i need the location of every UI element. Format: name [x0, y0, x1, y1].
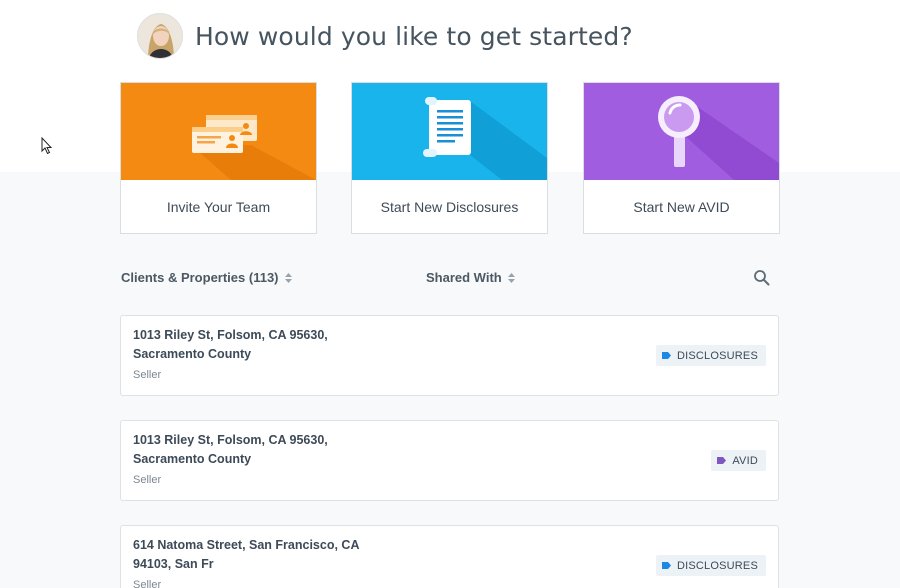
start-avid-label: Start New AVID	[633, 199, 730, 215]
property-address-line1: 614 Natoma Street, San Francisco, CA	[133, 538, 360, 552]
disclosures-badge[interactable]: DISCLOSURES	[655, 345, 766, 366]
sort-icon	[507, 272, 515, 283]
property-role: Seller	[133, 474, 162, 486]
tag-icon	[717, 457, 727, 464]
sort-icon	[284, 272, 292, 283]
shared-with-sort[interactable]: Shared With	[426, 270, 515, 285]
property-address-line1: 1013 Riley St, Folsom, CA 95630,	[133, 328, 328, 342]
property-address-line2: Sacramento County	[133, 452, 252, 466]
mouse-cursor-icon	[41, 137, 53, 155]
page-title: How would you like to get started?	[195, 21, 633, 51]
shared-with-header: Shared With	[426, 270, 502, 285]
avid-illustration	[584, 83, 779, 180]
document-scroll-icon	[423, 97, 471, 157]
property-address-line2: 94103, San Fr	[133, 557, 214, 571]
property-address-line1: 1013 Riley St, Folsom, CA 95630,	[133, 433, 328, 447]
property-row[interactable]: 1013 Riley St, Folsom, CA 95630, Sacrame…	[120, 420, 779, 501]
clients-properties-header: Clients & Properties (113)	[121, 270, 279, 285]
property-row[interactable]: 614 Natoma Street, San Francisco, CA 941…	[120, 525, 779, 588]
property-row[interactable]: 1013 Riley St, Folsom, CA 95630, Sacrame…	[120, 315, 779, 396]
disclosures-illustration	[352, 83, 547, 180]
start-disclosures-label: Start New Disclosures	[380, 199, 519, 215]
start-disclosures-card[interactable]: Start New Disclosures	[351, 82, 548, 234]
search-icon[interactable]	[753, 269, 771, 287]
avatar-portrait-icon	[138, 14, 182, 58]
property-role: Seller	[133, 369, 162, 381]
tag-icon	[661, 562, 671, 569]
tag-icon	[661, 352, 671, 359]
avatar[interactable]	[137, 13, 183, 59]
property-role: Seller	[133, 579, 162, 588]
invite-team-label: Invite Your Team	[166, 199, 271, 215]
list-header: Clients & Properties (113) Shared With	[121, 270, 781, 290]
badge-label: DISCLOSURES	[676, 349, 758, 362]
start-avid-card[interactable]: Start New AVID	[583, 82, 780, 234]
badge-label: DISCLOSURES	[676, 559, 758, 572]
badge-label: AVID	[732, 454, 758, 467]
property-address-line2: Sacramento County	[133, 347, 252, 361]
clients-properties-sort[interactable]: Clients & Properties (113)	[121, 270, 292, 285]
invite-team-illustration	[121, 83, 316, 180]
avid-badge[interactable]: AVID	[711, 450, 766, 471]
disclosures-badge[interactable]: DISCLOSURES	[655, 555, 766, 576]
page-header: How would you like to get started?	[137, 12, 633, 60]
invite-team-card[interactable]: Invite Your Team	[120, 82, 317, 234]
